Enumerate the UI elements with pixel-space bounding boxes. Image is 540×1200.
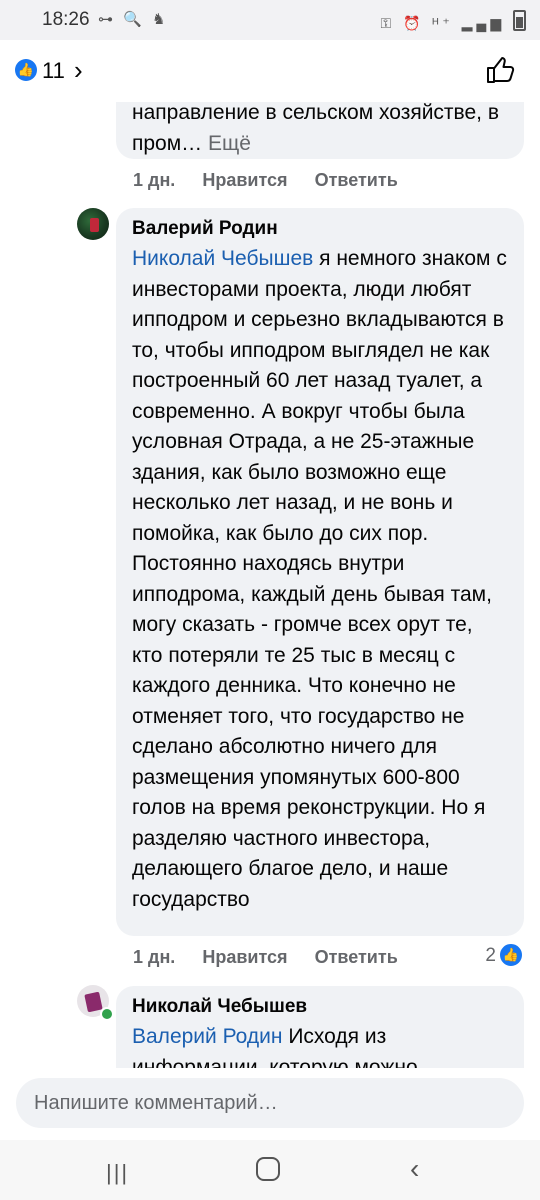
- reply-button[interactable]: Ответить: [315, 947, 398, 967]
- mention-link[interactable]: Николай Чебышев: [132, 247, 313, 270]
- like-button[interactable]: Нравится: [202, 947, 287, 967]
- comment-text: Валерий Родин Исходя из информации, кото…: [132, 1022, 508, 1068]
- notification-icons: ⊶ 🔍 ♞: [98, 11, 169, 28]
- comments-list[interactable]: направление в сельском хозяйстве, в пром…: [0, 102, 540, 1068]
- comments-header: 👍 11 ›: [0, 40, 540, 102]
- comment-input[interactable]: Напишите комментарий…: [16, 1078, 524, 1128]
- comment-actions: 1 дн. Нравится Ответить: [133, 947, 420, 968]
- chevron-right-icon[interactable]: ›: [74, 55, 83, 86]
- comment-bubble: Валерий Родин Николай Чебышев я немного …: [116, 208, 524, 936]
- status-bar: 18:26 ⊶ 🔍 ♞ ⚿ ⏰ ᴴ⁺ ▂▄▆: [0, 0, 540, 40]
- comment-time: 1 дн.: [133, 947, 176, 967]
- comment-text: направление в сельском хозяйстве, в пром…: [132, 102, 508, 159]
- like-button[interactable]: Нравится: [202, 170, 287, 190]
- comment-actions: 1 дн. Нравится Ответить: [133, 170, 420, 191]
- like-outline-icon[interactable]: [484, 54, 516, 86]
- comment-composer: Напишите комментарий…: [0, 1068, 540, 1140]
- see-more-link[interactable]: Ещё: [208, 132, 251, 155]
- comment-text-body: направление в сельском хозяйстве, в пром…: [132, 102, 499, 155]
- like-reaction-icon[interactable]: 👍: [498, 942, 524, 968]
- comment-bubble: направление в сельском хозяйстве, в пром…: [116, 102, 524, 159]
- mention-link[interactable]: Валерий Родин: [132, 1025, 282, 1048]
- online-status-indicator: [100, 1007, 114, 1021]
- battery-icon: [513, 10, 526, 31]
- comment-author[interactable]: Николай Чебышев: [132, 996, 508, 1018]
- comment-text: Николай Чебышев я немного знаком с инвес…: [132, 244, 508, 915]
- system-status-icons: ⚿ ⏰ ᴴ⁺ ▂▄▆: [380, 15, 506, 31]
- comment-author[interactable]: Валерий Родин: [132, 218, 508, 240]
- like-reaction-icon[interactable]: 👍: [15, 59, 37, 81]
- reply-button[interactable]: Ответить: [315, 170, 398, 190]
- comment-bubble: Николай Чебышев Валерий Родин Исходя из …: [116, 986, 524, 1068]
- system-icons: ⚿ ⏰ ᴴ⁺ ▂▄▆: [380, 10, 526, 32]
- recent-apps-icon[interactable]: |||: [106, 1160, 129, 1186]
- comment-time: 1 дн.: [133, 170, 176, 190]
- comment-reaction-count[interactable]: 2: [485, 945, 496, 967]
- system-nav-bar: ||| ‹: [0, 1140, 540, 1200]
- comment-text-body: я немного знаком с инвесторами проекта, …: [132, 247, 507, 911]
- back-icon[interactable]: ‹: [410, 1153, 419, 1185]
- reaction-count[interactable]: 11: [42, 58, 65, 84]
- status-time: 18:26: [42, 9, 90, 30]
- home-icon[interactable]: [256, 1157, 280, 1181]
- avatar[interactable]: [77, 208, 109, 240]
